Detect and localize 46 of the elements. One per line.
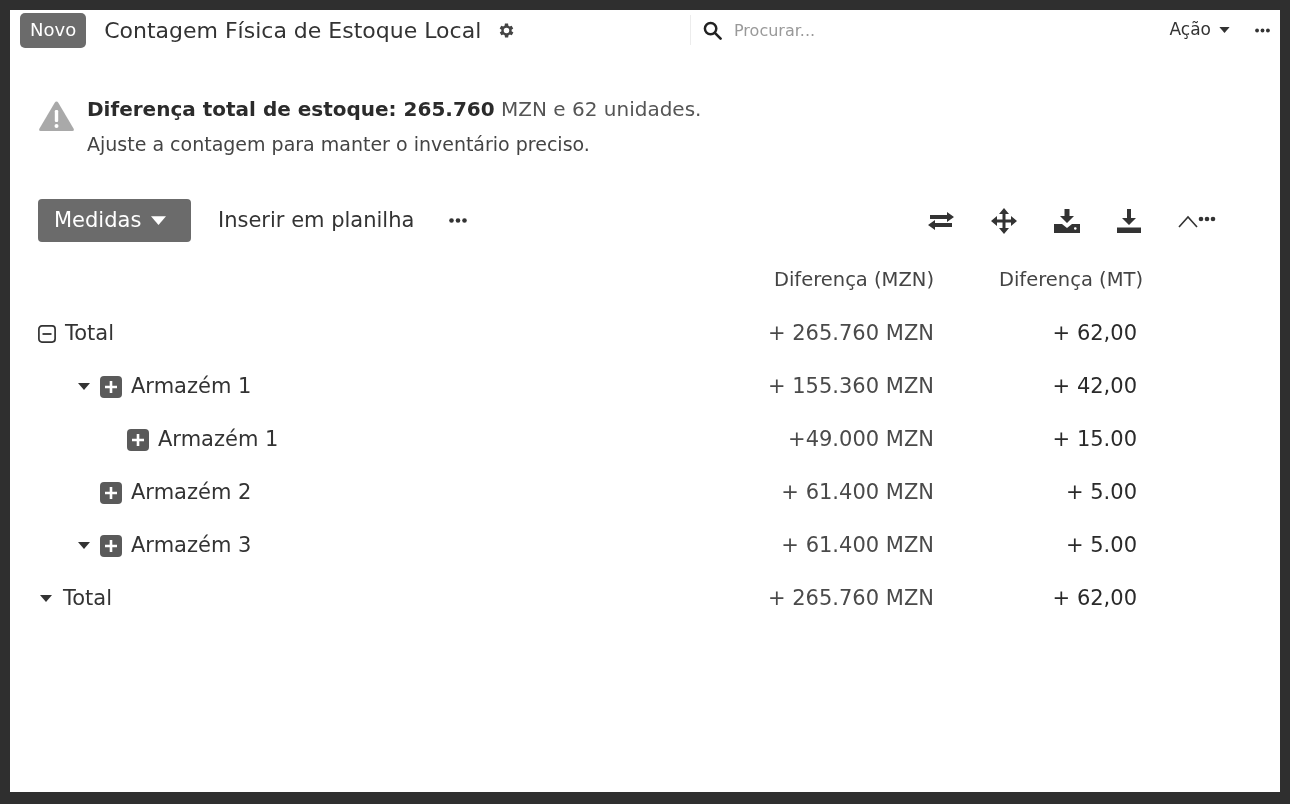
table-cell-text: + 265.760 MZN: [767, 584, 934, 612]
table-cell-text: +49.000 MZN: [787, 425, 934, 453]
search-input[interactable]: Procurar...: [734, 16, 1152, 44]
caret-down-icon[interactable]: [78, 383, 90, 390]
more-icon[interactable]: [449, 218, 468, 223]
action-menu[interactable]: Ação: [1169, 17, 1230, 43]
plus-box-icon[interactable]: [100, 534, 122, 557]
caret-down-icon[interactable]: [78, 542, 90, 549]
table-cell-text: + 42,00: [1051, 372, 1137, 400]
warning-icon: [38, 100, 75, 132]
caret-down-icon[interactable]: [40, 595, 52, 602]
alert-hint: Ajuste a contagem para manter o inventário preciso.: [87, 132, 591, 157]
row-header[interactable]: Armazém 1: [131, 370, 252, 403]
table-cell-text: + 62,00: [1051, 584, 1137, 612]
measures-button[interactable]: Medidas: [38, 199, 191, 242]
chevron-dots-icon[interactable]: [1178, 213, 1216, 228]
swap-arrows-icon[interactable]: [928, 211, 954, 230]
caret-down-icon: [1219, 27, 1230, 33]
row-header[interactable]: Total: [63, 582, 113, 615]
plus-box-icon[interactable]: [100, 375, 122, 398]
table-cell-text: + 15.00: [1051, 425, 1137, 453]
row-header[interactable]: Armazém 1: [158, 423, 279, 456]
column-header: Diferença (MZN): [772, 267, 934, 294]
more-icon[interactable]: [1255, 27, 1270, 33]
minus-box-icon[interactable]: [38, 324, 56, 343]
table-cell-text: + 61.400 MZN: [780, 531, 934, 559]
table-cell-text: + 62,00: [1051, 319, 1137, 347]
new-button[interactable]: Novo: [20, 12, 87, 48]
download-tray-icon[interactable]: [1054, 208, 1080, 233]
table-cell-text: + 5.00: [1064, 478, 1137, 506]
search-icon: [703, 20, 722, 40]
table-cell-text: + 155.360 MZN: [767, 372, 934, 400]
table-cell-text: + 265.760 MZN: [767, 319, 934, 347]
table-cell-text: + 5.00: [1064, 531, 1137, 559]
row-header[interactable]: Armazém 3: [131, 529, 252, 562]
row-header[interactable]: Total: [65, 317, 115, 350]
plus-box-icon[interactable]: [100, 481, 122, 504]
table-cell-text: + 61.400 MZN: [780, 478, 934, 506]
page-title: Contagem Física de Estoque Local: [104, 16, 482, 45]
column-header: Diferença (MT): [997, 267, 1143, 294]
alert-summary: Diferença total de estoque: 265.760 MZN e 62 unidades.: [87, 96, 702, 123]
move-arrows-icon[interactable]: [991, 207, 1017, 234]
row-header[interactable]: Armazém 2: [131, 476, 252, 509]
insert-button[interactable]: Inserir em planilha: [218, 204, 415, 237]
plus-box-icon[interactable]: [127, 428, 149, 451]
download-icon[interactable]: [1117, 208, 1141, 233]
